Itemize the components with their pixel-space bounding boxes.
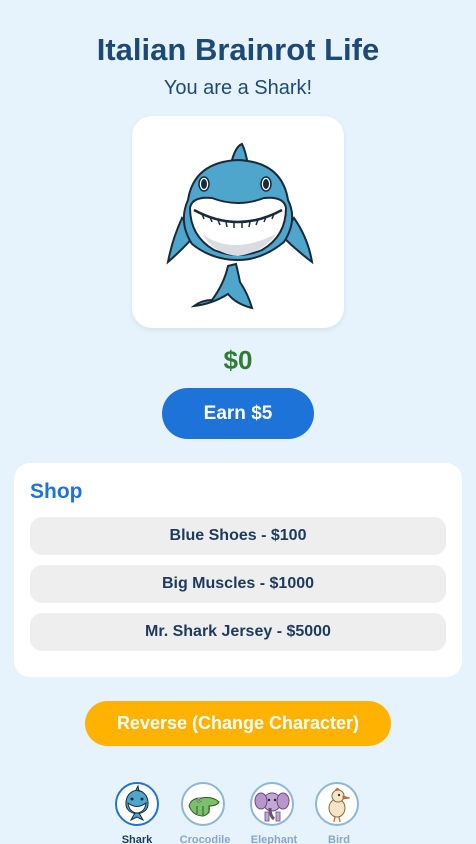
shop-panel: Shop Blue Shoes - $100 Big Muscles - $10… (14, 463, 462, 677)
character-option-crocodile[interactable]: Crocodile (170, 782, 240, 844)
money-balance: $0 (223, 345, 253, 375)
shark-icon (166, 142, 314, 310)
shop-item-shark-jersey[interactable]: Mr. Shark Jersey - $5000 (30, 613, 446, 651)
character-option-shark[interactable]: Shark (102, 782, 172, 844)
page-title: Italian Brainrot Life (96, 32, 380, 67)
character-label-shark: Shark (121, 834, 153, 844)
crocodile-icon (181, 782, 225, 826)
app-page: Italian Brainrot Life You are a Shark! $… (0, 0, 476, 844)
shop-title: Shop (30, 480, 83, 503)
elephant-icon (250, 782, 294, 826)
shark-icon (115, 782, 159, 826)
bird-icon (315, 782, 359, 826)
character-picker: Shark Crocodile Elephant Bird (0, 782, 476, 844)
character-subtitle: You are a Shark! (163, 77, 313, 99)
character-label-crocodile: Crocodile (179, 834, 231, 844)
reverse-button[interactable]: Reverse (Change Character) (85, 701, 391, 746)
character-label-bird: Bird (328, 834, 350, 844)
earn-button[interactable]: Earn $5 (162, 388, 314, 439)
character-option-elephant[interactable]: Elephant (239, 782, 309, 844)
character-label-elephant: Elephant (250, 834, 298, 844)
character-option-bird[interactable]: Bird (304, 782, 374, 844)
shop-item-blue-shoes[interactable]: Blue Shoes - $100 (30, 517, 446, 555)
shop-item-big-muscles[interactable]: Big Muscles - $1000 (30, 565, 446, 603)
character-card (132, 116, 344, 328)
